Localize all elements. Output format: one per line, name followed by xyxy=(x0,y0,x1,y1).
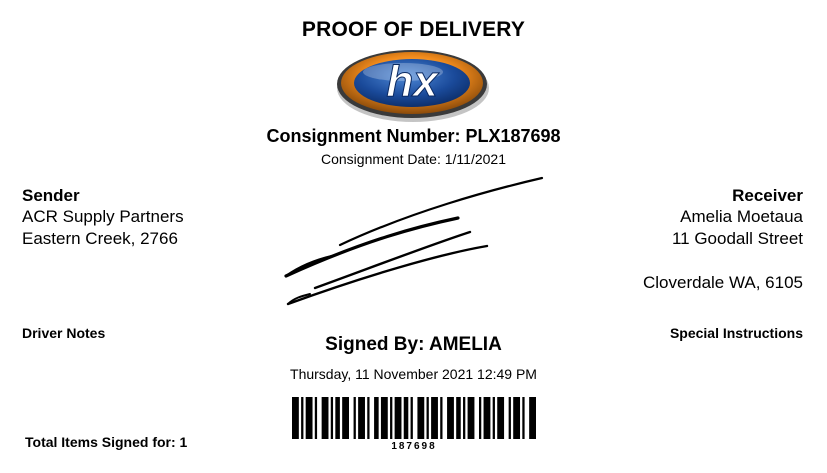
barcode-bar xyxy=(417,397,425,439)
receiver-block: Receiver Amelia Moetaua 11 Goodall Stree… xyxy=(643,186,803,294)
total-items-signed: Total Items Signed for: 1 xyxy=(25,434,188,450)
sender-address: Eastern Creek, 2766 xyxy=(22,229,178,248)
hx-logo: hx xyxy=(333,46,493,124)
barcode-bar xyxy=(335,397,340,439)
barcode-bar xyxy=(463,397,466,439)
barcode-bar xyxy=(301,397,304,439)
barcode xyxy=(292,397,536,439)
sender-block: Sender ACR Supply Partners Eastern Creek… xyxy=(22,186,184,250)
barcode-bar xyxy=(314,397,318,439)
barcode-bar xyxy=(478,397,482,439)
barcode-bar xyxy=(330,397,334,439)
barcode-bar xyxy=(394,397,402,439)
signed-by: Signed By: AMELIA xyxy=(325,334,502,355)
barcode-bar xyxy=(467,397,475,439)
barcode-bar xyxy=(358,397,365,439)
barcode-bar xyxy=(483,397,491,439)
barcode-bar xyxy=(529,397,536,439)
consignment-date: Consignment Date: 1/11/2021 xyxy=(321,151,506,167)
barcode-bar xyxy=(374,397,379,439)
barcode-bar xyxy=(456,397,461,439)
document-title: PROOF OF DELIVERY xyxy=(301,18,526,41)
consignment-number: Consignment Number: PLX187698 xyxy=(266,126,561,146)
receiver-street: 11 Goodall Street xyxy=(671,229,803,248)
receiver-name: Amelia Moetaua xyxy=(680,207,803,226)
barcode-bar xyxy=(390,397,393,439)
signed-datetime: Thursday, 11 November 2021 12:49 PM xyxy=(290,366,537,382)
signature-image xyxy=(284,176,544,306)
barcode-bar xyxy=(513,397,521,439)
hx-logo-graphic: hx xyxy=(337,50,489,122)
barcode-bar xyxy=(492,397,495,439)
barcode-bar xyxy=(426,397,429,439)
barcode-bar xyxy=(292,397,299,439)
barcode-bar xyxy=(440,397,443,439)
barcode-bar xyxy=(522,397,525,439)
barcode-bar xyxy=(403,397,409,439)
barcode-bar xyxy=(353,397,356,439)
barcode-bar xyxy=(497,397,505,439)
receiver-heading: Receiver xyxy=(732,186,803,205)
barcode-bar xyxy=(380,397,388,439)
barcode-bar xyxy=(447,397,454,439)
receiver-city: Cloverdale WA, 6105 xyxy=(642,273,803,292)
barcode-bar xyxy=(342,397,350,439)
barcode-number: 187698 xyxy=(391,441,437,452)
barcode-bar xyxy=(508,397,511,439)
barcode-bar xyxy=(321,397,329,439)
barcode-bar xyxy=(410,397,413,439)
logo-text: hx xyxy=(386,57,439,106)
sender-heading: Sender xyxy=(22,186,80,205)
barcode-bar xyxy=(367,397,370,439)
barcode-bar xyxy=(431,397,438,439)
sender-name: ACR Supply Partners xyxy=(22,207,184,226)
barcode-bar xyxy=(305,397,313,439)
